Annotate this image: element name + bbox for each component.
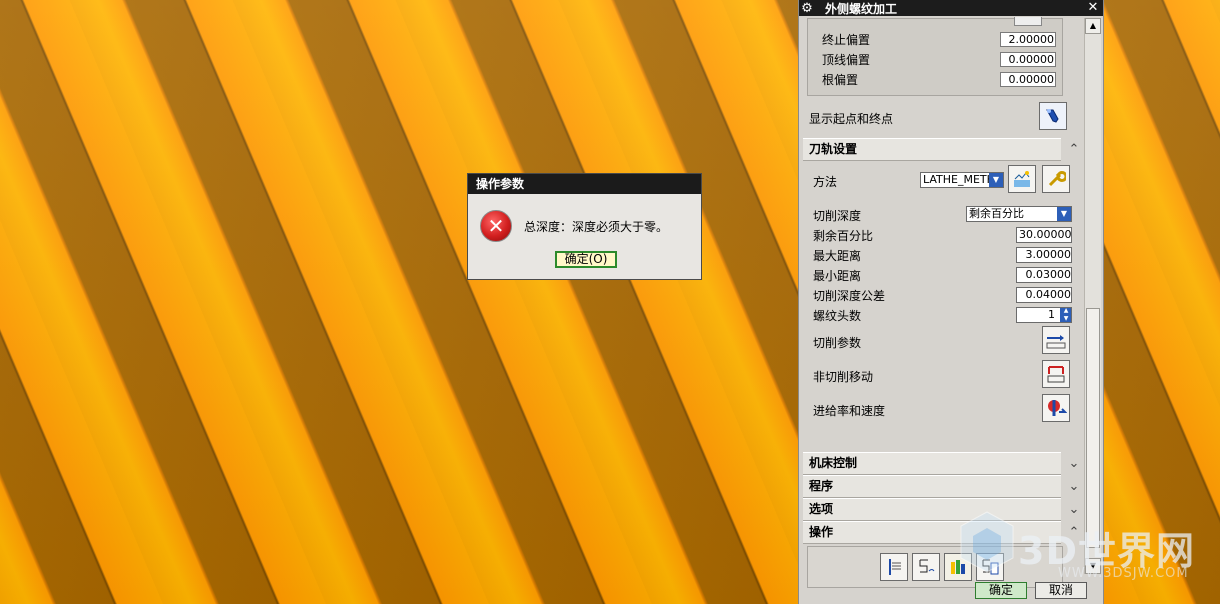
show-points-row: 显示起点和终点	[803, 96, 1067, 138]
thread-count-value: 1	[1048, 308, 1055, 321]
chevron-up-icon[interactable]: ⌃	[1063, 139, 1085, 160]
root-offset-input[interactable]: 0.00000	[1000, 71, 1056, 87]
edit-method-icon[interactable]	[1008, 165, 1036, 193]
watermark: 3D世界网 WWW.3DSJW.COM	[958, 510, 1198, 590]
program-title: 程序	[809, 479, 834, 493]
chevron-down-icon: ▼	[1057, 207, 1071, 221]
watermark-cube-icon	[960, 511, 1014, 573]
error-icon: ✕	[480, 210, 512, 242]
method-label: 方法	[813, 175, 838, 189]
actions-title: 操作	[809, 525, 834, 539]
machine-control-title: 机床控制	[809, 456, 858, 470]
cut-depth-select-value: 剩余百分比	[969, 207, 1024, 220]
min-distance-input[interactable]: 0.03000	[1016, 267, 1072, 283]
path-settings-title: 刀轨设置	[809, 142, 858, 156]
dialog-title: 操作参数	[468, 174, 701, 194]
panel-title: 外侧螺纹加工	[825, 1, 898, 16]
root-offset-label: 根偏置	[822, 72, 859, 87]
end-offset-label: 终止偏置	[822, 32, 871, 47]
cut-params-label: 切削参数	[813, 336, 862, 350]
gear-icon[interactable]: ⚙	[799, 0, 815, 16]
replay-toolpath-icon[interactable]	[912, 553, 940, 581]
method-select[interactable]: LATHE_METHO ▼	[920, 172, 1004, 188]
wrench-icon[interactable]	[1042, 165, 1070, 193]
offsets-group: 终止偏置 2.00000 顶线偏置 0.00000 根偏置 0.00000	[807, 17, 1063, 96]
show-points-label: 显示起点和终点	[809, 112, 894, 126]
offset-row-root: 根偏置 0.00000	[808, 69, 1062, 89]
crest-offset-input[interactable]: 0.00000	[1000, 51, 1056, 67]
crest-offset-label: 顶线偏置	[822, 52, 871, 67]
generate-toolpath-icon[interactable]	[880, 553, 908, 581]
options-title: 选项	[809, 502, 834, 516]
program-header[interactable]: 程序 ⌄	[803, 475, 1079, 498]
panel-scrollbar[interactable]: ▲ ▼	[1084, 18, 1101, 574]
non-cut-moves-label: 非切削移动	[813, 370, 874, 384]
remaining-percent-input[interactable]: 30.00000	[1016, 227, 1072, 243]
thread-count-stepper[interactable]: 1 ▲ ▼	[1016, 307, 1072, 323]
flashlight-icon[interactable]	[1039, 102, 1067, 130]
machine-control-header[interactable]: 机床控制 ⌄	[803, 452, 1079, 475]
cut-depth-select[interactable]: 剩余百分比 ▼	[966, 206, 1072, 222]
panel-titlebar: ⚙ 外侧螺纹加工 ✕	[799, 0, 1103, 16]
feed-speed-icon[interactable]	[1042, 394, 1070, 422]
dialog-message: 总深度：深度必须大于零。	[524, 220, 669, 234]
cut-params-icon[interactable]	[1042, 326, 1070, 354]
thread-count-label: 螺纹头数	[813, 309, 862, 323]
watermark-url: WWW.3DSJW.COM	[1058, 566, 1189, 581]
cut-depth-label: 切削深度	[813, 209, 862, 223]
spinner-fragment[interactable]	[1014, 17, 1042, 26]
chevron-down-icon[interactable]: ⌄	[1063, 476, 1085, 497]
scroll-up-icon[interactable]: ▲	[1085, 18, 1101, 34]
depth-tolerance-label: 切削深度公差	[813, 289, 886, 303]
chevron-down-icon[interactable]: ⌄	[1063, 453, 1085, 474]
max-distance-label: 最大距离	[813, 249, 862, 263]
dialog-ok-button[interactable]: 确定(O)	[555, 251, 617, 268]
path-settings-body: 方法 LATHE_METHO ▼ 切削深度 剩余百分比 ▼ 剩余百分比 30.0…	[803, 161, 1072, 453]
end-offset-input[interactable]: 2.00000	[1000, 31, 1056, 47]
min-distance-label: 最小距离	[813, 269, 862, 283]
remaining-percent-label: 剩余百分比	[813, 229, 874, 243]
path-settings-header[interactable]: 刀轨设置 ⌃	[803, 138, 1079, 161]
offset-row-end: 终止偏置 2.00000	[808, 29, 1062, 49]
spinner-arrows-icon[interactable]: ▲ ▼	[1060, 308, 1071, 322]
close-icon[interactable]: ✕	[1085, 0, 1101, 16]
chevron-down-icon: ▼	[989, 173, 1003, 187]
offset-row-crest: 顶线偏置 0.00000	[808, 49, 1062, 69]
feed-speed-label: 进给率和速度	[813, 404, 886, 418]
max-distance-input[interactable]: 3.00000	[1016, 247, 1072, 263]
non-cut-moves-icon[interactable]	[1042, 360, 1070, 388]
error-dialog: 操作参数 ✕ 总深度：深度必须大于零。 确定(O)	[467, 173, 702, 280]
depth-tolerance-input[interactable]: 0.04000	[1016, 287, 1072, 303]
